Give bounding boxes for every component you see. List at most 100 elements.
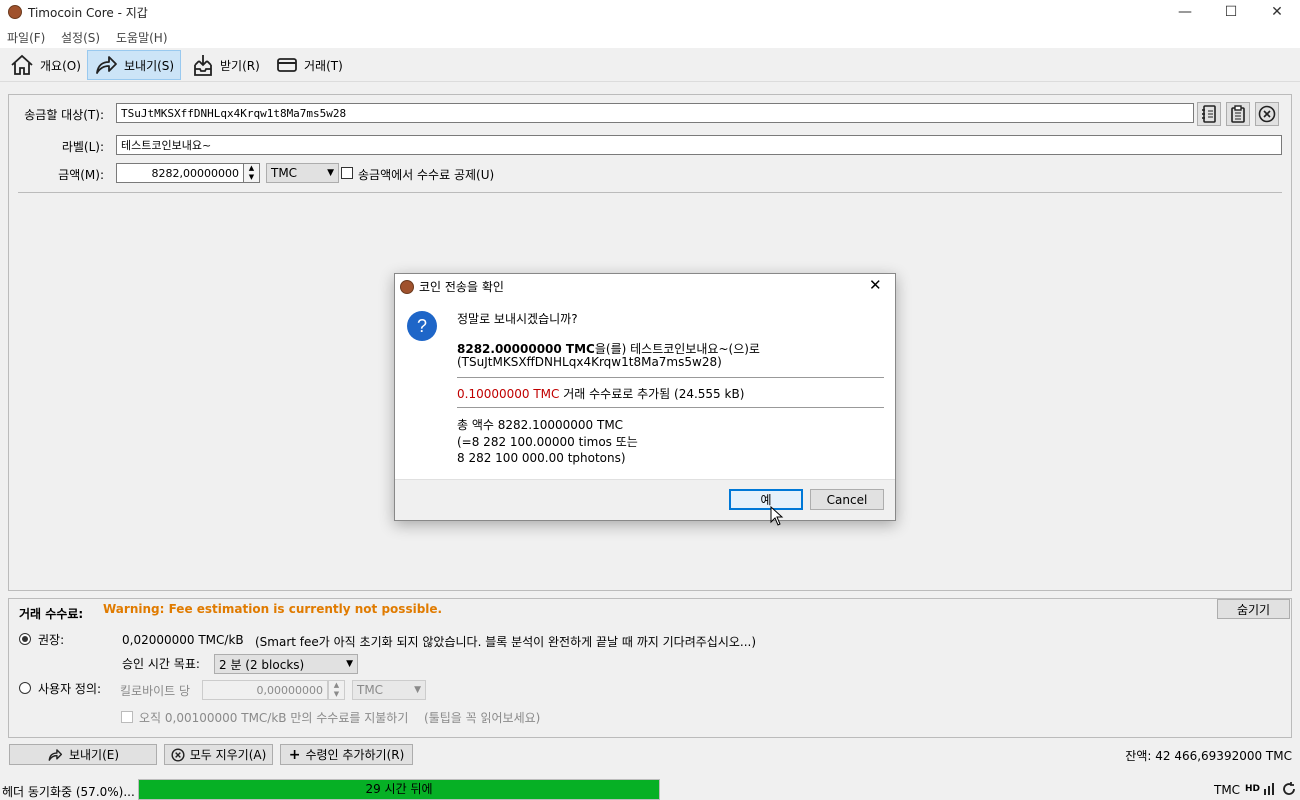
dialog-address-line: (TSuJtMKSXffDNHLqx4Krqw1t8Ma7ms5w28) bbox=[457, 355, 722, 369]
dialog-amount-rest: 을(를) 테스트코인보내요~(으)로 bbox=[594, 342, 760, 356]
tab-overview-label: 개요(O) bbox=[40, 58, 81, 73]
dialog-total-line-1: 총 액수 8282.10000000 TMC bbox=[457, 418, 624, 432]
recommended-fee-radio[interactable] bbox=[19, 633, 31, 645]
dialog-divider-1 bbox=[457, 377, 884, 378]
amount-label: 금액(M): bbox=[58, 168, 104, 182]
min-fee-note: (툴팁을 꼭 읽어보세요) bbox=[424, 711, 541, 725]
address-book-button[interactable] bbox=[1197, 102, 1221, 126]
chevron-down-icon: ▼ bbox=[327, 168, 334, 178]
question-icon: ? bbox=[407, 311, 437, 341]
cancel-button[interactable]: Cancel bbox=[810, 489, 884, 510]
confirm-target-select[interactable]: 2 분 (2 blocks) ▼ bbox=[214, 654, 358, 674]
unit-select[interactable]: TMC ▼ bbox=[266, 163, 339, 183]
clear-all-label: 모두 지우기(A) bbox=[189, 748, 267, 762]
entry-divider bbox=[18, 192, 1282, 193]
dialog-app-icon bbox=[400, 280, 414, 294]
custom-fee-radio[interactable] bbox=[19, 682, 31, 694]
menu-settings[interactable]: 설정(S) bbox=[61, 29, 100, 46]
balance-text: 잔액: 42 466,69392000 TMC bbox=[1125, 749, 1292, 763]
chevron-down-icon: ▼ bbox=[346, 659, 353, 669]
menu-bar: 파일(F) 설정(S) 도움말(H) bbox=[0, 26, 1300, 48]
recommended-fee-value: 0,02000000 TMC/kB bbox=[122, 633, 244, 647]
subtract-fee-label: 송금액에서 수수료 공제(U) bbox=[358, 168, 495, 182]
close-circle-icon bbox=[171, 747, 185, 762]
dialog-fee-rest: 거래 수수료로 추가됨 (24.555 kB) bbox=[559, 387, 745, 401]
status-unit[interactable]: TMC bbox=[1214, 783, 1240, 797]
main-toolbar: 개요(O) 보내기(S) 받기(R) 거래(T) bbox=[0, 48, 1300, 82]
send-button[interactable]: 보내기(E) bbox=[9, 744, 157, 765]
network-icon[interactable] bbox=[1263, 781, 1277, 797]
sync-progress-bar: 29 시간 뒤에 bbox=[138, 779, 660, 800]
custom-unit-value: TMC bbox=[357, 683, 384, 697]
amount-spinner[interactable]: ▲ ▼ bbox=[243, 163, 260, 183]
amount-input[interactable]: 8282,00000000 bbox=[116, 163, 244, 183]
paste-button[interactable] bbox=[1226, 102, 1250, 126]
dialog-amount-bold: 8282.00000000 TMC bbox=[457, 342, 595, 356]
sync-status-text: 헤더 동기화중 (57.0%)... bbox=[2, 785, 135, 799]
add-recipient-label: 수령인 추가하기(R) bbox=[305, 748, 405, 762]
app-logo-icon bbox=[8, 5, 22, 19]
tab-overview[interactable]: 개요(O) bbox=[4, 50, 87, 80]
fee-title: 거래 수수료: bbox=[19, 607, 84, 621]
tab-receive[interactable]: 받기(R) bbox=[186, 50, 266, 80]
sync-icon bbox=[1283, 782, 1295, 795]
dialog-fee-red: 0.10000000 TMC bbox=[457, 387, 560, 401]
pay-to-label: 송금할 대상(T): bbox=[24, 108, 104, 122]
tab-receive-label: 받기(R) bbox=[220, 58, 260, 73]
hide-fee-button[interactable]: 숨기기 bbox=[1217, 599, 1290, 619]
window-title: Timocoin Core - 지갑 bbox=[28, 6, 148, 20]
dialog-fee-line: 0.10000000 TMC 거래 수수료로 추가됨 (24.555 kB) bbox=[457, 385, 744, 402]
address-book-icon bbox=[1202, 105, 1216, 123]
dialog-total-line-2: (=8 282 100.00000 timos 또는 bbox=[457, 435, 638, 449]
dialog-divider-2 bbox=[457, 407, 884, 408]
add-recipient-button[interactable]: + 수령인 추가하기(R) bbox=[280, 744, 413, 765]
tab-transactions[interactable]: 거래(T) bbox=[270, 50, 349, 80]
home-icon bbox=[11, 54, 33, 75]
inbox-icon bbox=[194, 55, 212, 76]
fee-warning: Warning: Fee estimation is currently not… bbox=[103, 602, 443, 616]
tab-send[interactable]: 보내기(S) bbox=[87, 50, 182, 80]
dialog-title: 코인 전송을 확인 bbox=[419, 280, 504, 294]
svg-text:?: ? bbox=[417, 316, 427, 336]
custom-unit-select[interactable]: TMC ▼ bbox=[352, 680, 426, 700]
label-input[interactable]: 테스트코인보내요~ bbox=[116, 135, 1282, 155]
subtract-fee-checkbox[interactable] bbox=[341, 167, 353, 179]
custom-fee-label: 사용자 정의: bbox=[38, 682, 102, 696]
send-arrow-icon bbox=[96, 56, 117, 74]
unit-select-value: TMC bbox=[271, 166, 298, 180]
dialog-button-bar: 예 Cancel bbox=[395, 479, 895, 520]
card-icon bbox=[277, 58, 297, 72]
send-arrow-icon bbox=[48, 748, 63, 761]
confirm-send-dialog: 코인 전송을 확인 ✕ ? 정말로 보내시겠습니까? 8282.00000000… bbox=[394, 273, 896, 521]
close-circle-icon bbox=[1258, 105, 1276, 123]
minimize-button[interactable]: — bbox=[1162, 0, 1208, 26]
hd-wallet-icon: HD bbox=[1245, 784, 1261, 794]
menu-help[interactable]: 도움말(H) bbox=[116, 29, 168, 46]
dialog-total-line-3: 8 282 100 000.00 tphotons) bbox=[457, 451, 626, 465]
dialog-close-button[interactable]: ✕ bbox=[869, 276, 882, 294]
min-fee-label: 오직 0,00100000 TMC/kB 만의 수수료를 지불하기 bbox=[139, 711, 409, 725]
label-field-label: 라벨(L): bbox=[61, 140, 104, 154]
custom-fee-spinner[interactable]: ▲ ▼ bbox=[328, 680, 345, 700]
clear-all-button[interactable]: 모두 지우기(A) bbox=[164, 744, 273, 765]
per-kb-label: 킬로바이트 당 bbox=[120, 684, 191, 698]
remove-entry-button[interactable] bbox=[1255, 102, 1279, 126]
send-button-label: 보내기(E) bbox=[68, 748, 120, 762]
recommended-label: 권장: bbox=[38, 633, 65, 647]
min-fee-checkbox[interactable] bbox=[121, 711, 133, 723]
maximize-button[interactable]: ☐ bbox=[1208, 0, 1254, 26]
menu-file[interactable]: 파일(F) bbox=[7, 29, 45, 46]
title-bar: Timocoin Core - 지갑 — ☐ ✕ bbox=[0, 0, 1300, 26]
confirm-target-value: 2 분 (2 blocks) bbox=[219, 657, 305, 672]
close-window-button[interactable]: ✕ bbox=[1254, 0, 1300, 26]
smart-fee-note: (Smart fee가 아직 초기화 되지 않았습니다. 블록 분석이 완전하게… bbox=[255, 635, 757, 649]
custom-fee-input[interactable]: 0,00000000 bbox=[202, 680, 328, 700]
tab-send-label: 보내기(S) bbox=[124, 58, 175, 73]
pay-to-input[interactable]: TSuJtMKSXffDNHLqx4Krqw1t8Ma7ms5w28 bbox=[116, 103, 1194, 123]
plus-icon: + bbox=[288, 746, 301, 763]
yes-button[interactable]: 예 bbox=[729, 489, 803, 510]
chevron-down-icon: ▼ bbox=[414, 685, 421, 695]
clipboard-icon bbox=[1231, 105, 1245, 123]
mouse-cursor-icon bbox=[770, 506, 784, 526]
dialog-question: 정말로 보내시겠습니까? bbox=[457, 312, 578, 326]
